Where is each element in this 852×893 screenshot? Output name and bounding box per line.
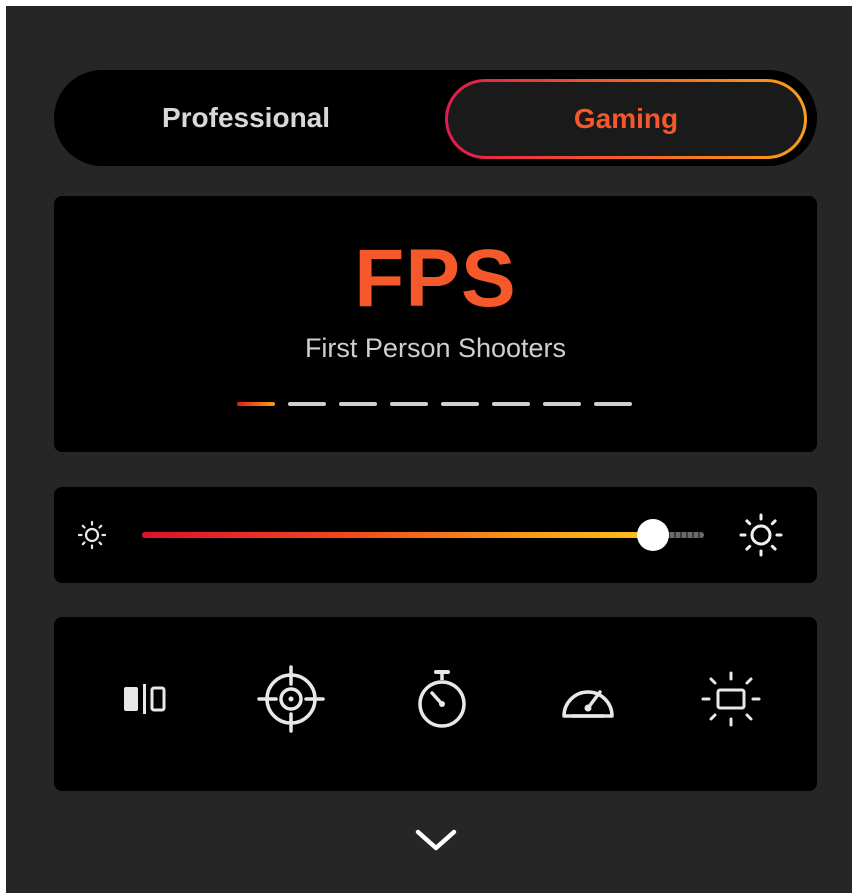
- screen-glow-icon[interactable]: [691, 659, 771, 739]
- chevron-down-icon[interactable]: [404, 816, 468, 864]
- brightness-slider-thumb[interactable]: [637, 519, 669, 551]
- profile-page-dash[interactable]: [441, 402, 479, 406]
- timer-icon[interactable]: [402, 659, 482, 739]
- tools-card: [54, 617, 817, 791]
- profile-subtitle: First Person Shooters: [304, 333, 567, 363]
- mode-professional-button[interactable]: Professional: [54, 70, 438, 166]
- crosshair-icon[interactable]: [251, 659, 331, 739]
- profile-page-dash[interactable]: [390, 402, 428, 406]
- game-settings-panel: Professional Gaming FPS First Person Sho…: [6, 6, 852, 893]
- profile-page-dash[interactable]: [339, 402, 377, 406]
- mode-toggle: Professional Gaming: [54, 70, 817, 166]
- profile-page-dash[interactable]: [594, 402, 632, 406]
- brightness-card: [54, 487, 817, 583]
- profile-card[interactable]: FPS First Person Shooters: [54, 196, 817, 452]
- brightness-slider-fill: [142, 532, 653, 538]
- profile-page-dash[interactable]: [237, 402, 275, 406]
- mode-gaming-button[interactable]: Gaming: [448, 82, 804, 156]
- speedometer-icon[interactable]: [548, 659, 628, 739]
- sun-large-icon: [737, 511, 785, 559]
- profile-title: FPS: [354, 233, 517, 324]
- profile-page-dash[interactable]: [492, 402, 530, 406]
- mode-gaming-selected-outline: Gaming: [445, 79, 807, 159]
- profile-page-dash[interactable]: [543, 402, 581, 406]
- brightness-slider[interactable]: [142, 519, 704, 551]
- profile-page-dash[interactable]: [288, 402, 326, 406]
- split-screen-icon[interactable]: [106, 659, 186, 739]
- sun-small-icon: [76, 519, 108, 551]
